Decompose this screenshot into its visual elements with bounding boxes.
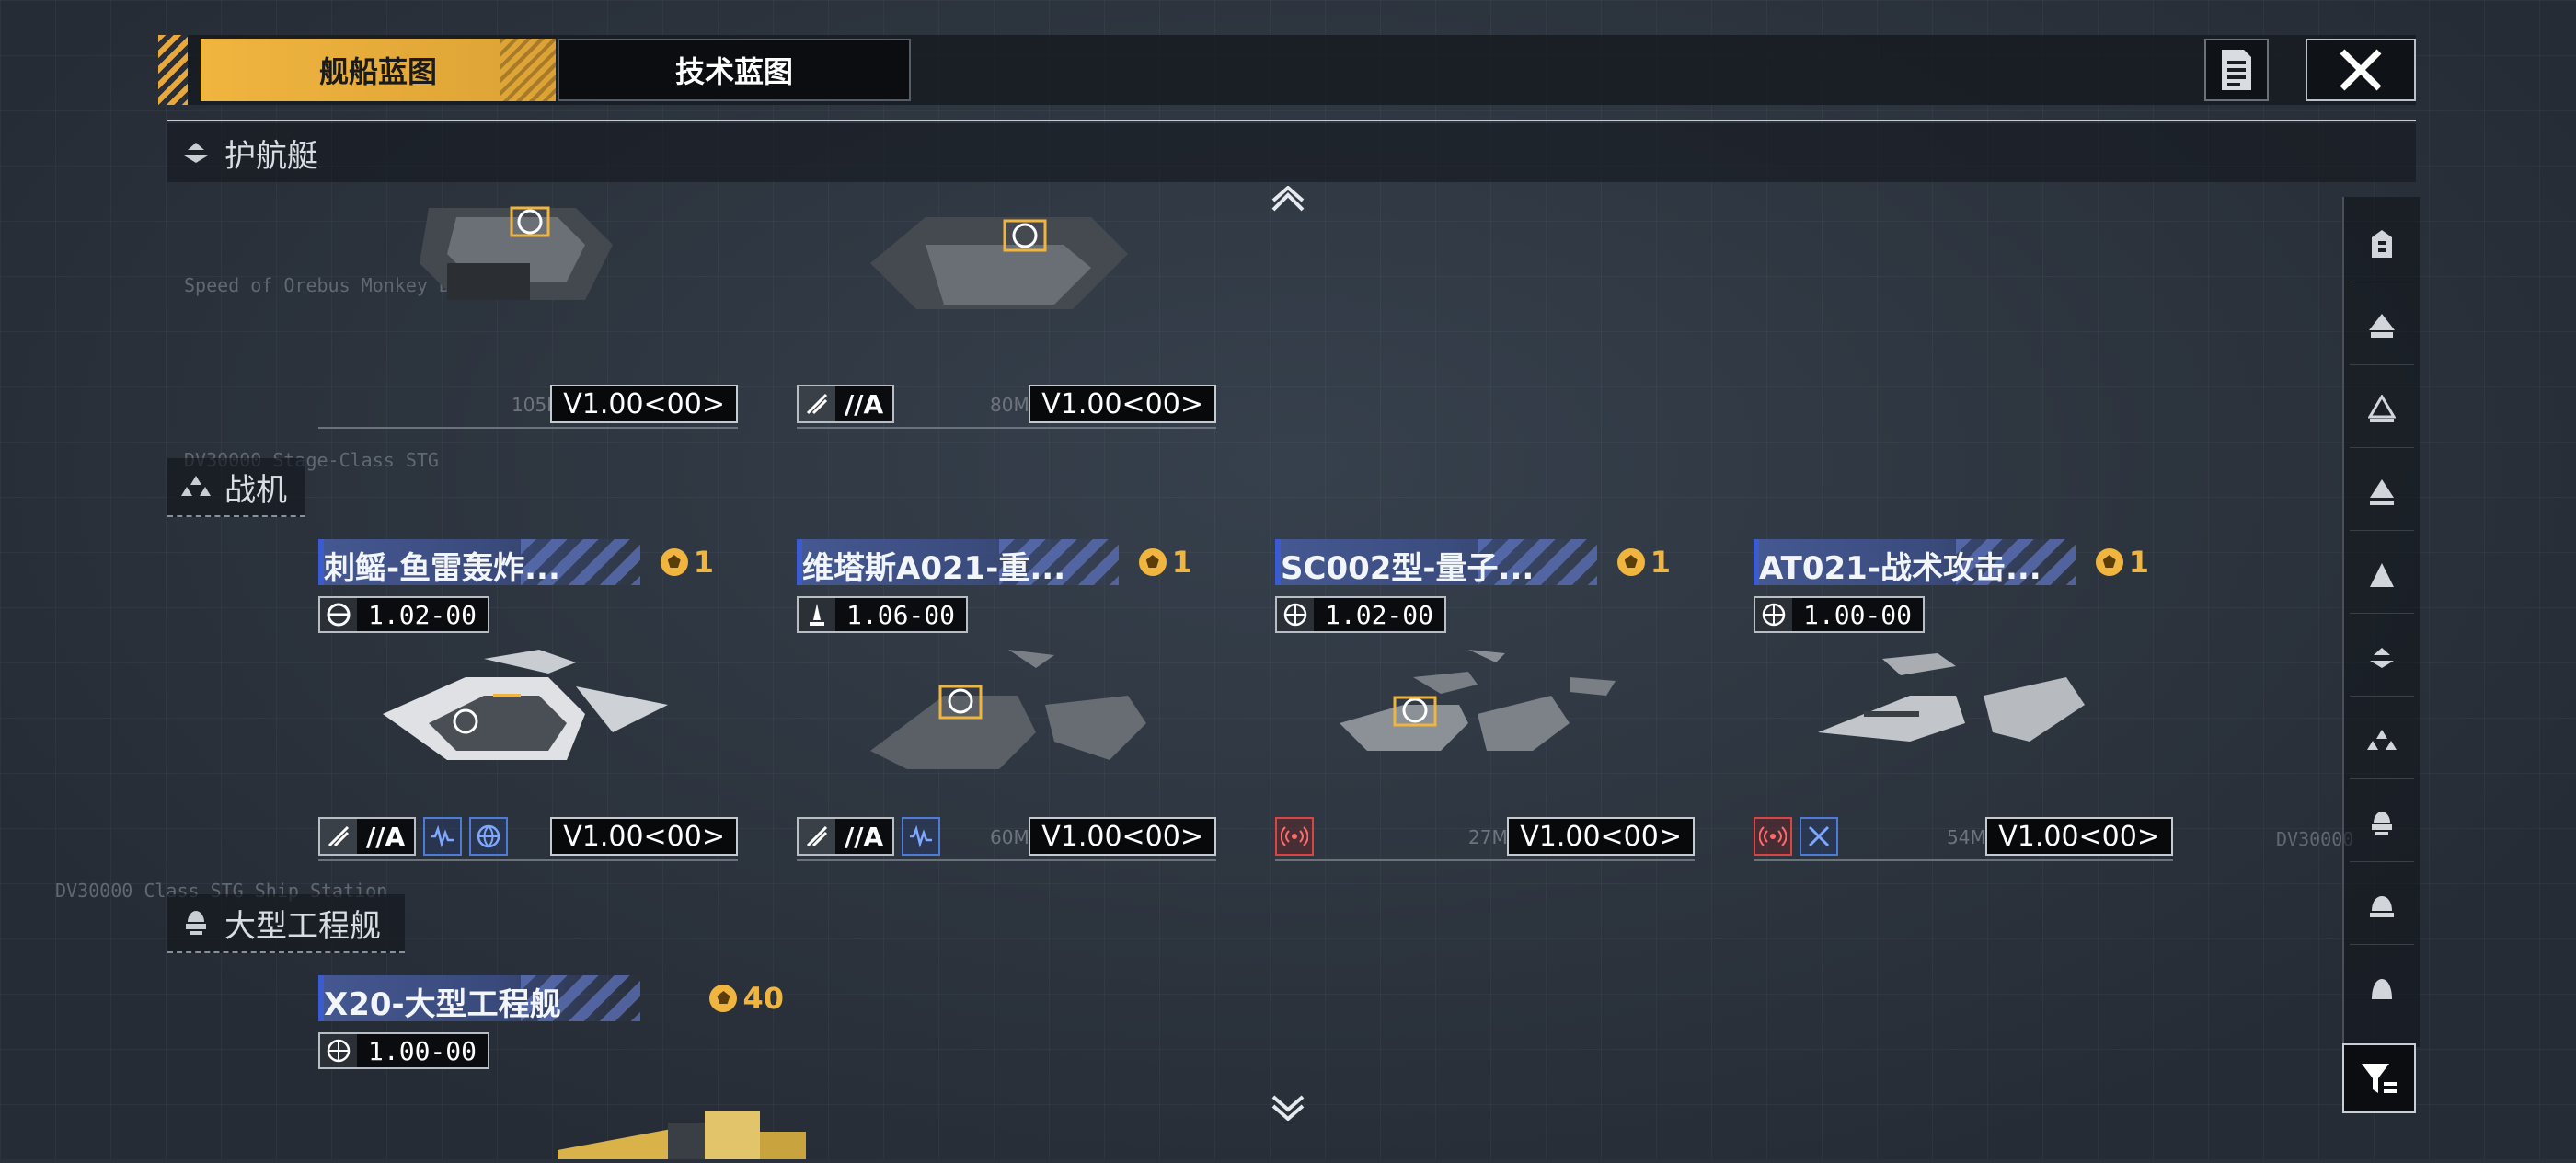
- carrier-icon[interactable]: [2350, 869, 2414, 945]
- tab-tech-blueprints[interactable]: 技术蓝图: [558, 39, 911, 101]
- filter-button[interactable]: [2342, 1043, 2416, 1113]
- class-filter-sidebar: [2342, 197, 2420, 1047]
- ship-name: 维塔斯A021-重...: [802, 550, 1066, 587]
- card-frame: [797, 368, 1216, 429]
- fighter-card[interactable]: 刺鳐-鱼雷轰炸... 1 1.02-00 //A V1.00<00>: [318, 539, 742, 861]
- filter-icon: [2362, 1064, 2397, 1093]
- scroll-down-icon[interactable]: [1270, 1088, 1306, 1130]
- card-frame: [318, 800, 738, 861]
- fighter-card[interactable]: 维塔斯A021-重... 1 1.06-00 //A 60M V1.00<00>: [797, 539, 1220, 861]
- ship-image: [852, 640, 1165, 797]
- battleship-icon[interactable]: [2350, 951, 2414, 1027]
- fighter-card[interactable]: SC002型-量子... 1 1.02-00 27M V1.00<00>: [1275, 539, 1698, 861]
- engineering-icon[interactable]: [2350, 786, 2414, 862]
- level-badge: 1.00-00: [318, 1032, 490, 1069]
- section-title: 护航艇: [224, 137, 318, 175]
- frigate-icon[interactable]: [2350, 206, 2414, 282]
- escort-icon[interactable]: [2350, 620, 2414, 697]
- blueprint-coin-icon: [709, 985, 738, 1012]
- auxiliary-icon[interactable]: [2350, 537, 2414, 614]
- section-header-engineering: 大型工程舰: [167, 894, 405, 953]
- section-header-fighter: 战机: [167, 458, 305, 517]
- battlecruiser-icon[interactable]: [2350, 455, 2414, 531]
- blueprint-coin-icon: [660, 548, 688, 576]
- ship-image: [374, 640, 686, 797]
- engineering-class-icon: [180, 907, 212, 938]
- scroll-up-icon[interactable]: [1270, 180, 1306, 223]
- ship-name: X20-大型工程舰: [324, 986, 561, 1023]
- engineering-card[interactable]: X20-大型工程舰 40 1.00-00: [318, 975, 806, 1159]
- level-badge: 1.02-00: [318, 596, 490, 633]
- close-button[interactable]: [2306, 39, 2416, 101]
- escort-card[interactable]: 105M V1.00<00>: [318, 107, 742, 429]
- blueprint-coin-icon: [2095, 548, 2123, 576]
- cost-badge: 1: [1138, 545, 1192, 580]
- ship-image: [1330, 640, 1643, 797]
- faction-icon: [320, 1034, 357, 1067]
- card-frame: [1754, 800, 2173, 861]
- faction-icon: [1755, 598, 1792, 631]
- cruiser-icon[interactable]: [2350, 372, 2414, 448]
- fighter-icon[interactable]: [2350, 703, 2414, 779]
- escort-class-icon: [180, 137, 212, 168]
- ship-name: 刺鳐-鱼雷轰炸...: [324, 550, 560, 587]
- cost-badge: 1: [660, 545, 714, 580]
- document-list-icon: [2222, 50, 2251, 90]
- faction-icon: [799, 598, 835, 631]
- tab-ship-blueprints[interactable]: 舰船蓝图: [201, 39, 556, 101]
- ship-image: [374, 180, 686, 346]
- level-badge: 1.00-00: [1754, 596, 1926, 633]
- escort-card[interactable]: //A 80M V1.00<00>: [797, 107, 1220, 429]
- top-bar-stripe: [158, 35, 188, 105]
- card-frame: [1275, 800, 1695, 861]
- cost-badge: 40: [709, 981, 784, 1016]
- destroyer-icon[interactable]: [2350, 289, 2414, 365]
- blueprint-coin-icon: [1138, 548, 1167, 576]
- close-icon: [2340, 49, 2382, 91]
- ship-image: [852, 180, 1165, 346]
- cost-badge: 1: [1616, 545, 1671, 580]
- card-frame: [318, 368, 738, 429]
- level-badge: 1.06-00: [797, 596, 969, 633]
- ship-name: SC002型-量子...: [1281, 550, 1535, 587]
- faction-icon: [320, 598, 357, 631]
- ship-image: [1809, 640, 2122, 797]
- document-list-button[interactable]: [2204, 39, 2269, 101]
- section-title: 大型工程舰: [224, 907, 381, 945]
- cost-badge: 1: [2095, 545, 2149, 580]
- blueprint-coin-icon: [1616, 548, 1645, 576]
- ship-image: [558, 1086, 815, 1159]
- section-title: 战机: [224, 471, 287, 509]
- faction-icon: [1277, 598, 1314, 631]
- fighter-card[interactable]: AT021-战术攻击... 1 1.00-00 54M V1.00<00>: [1754, 539, 2177, 861]
- level-badge: 1.02-00: [1275, 596, 1447, 633]
- ship-name: AT021-战术攻击...: [1759, 550, 2041, 587]
- fighter-class-icon: [180, 471, 212, 502]
- card-frame: [797, 800, 1216, 861]
